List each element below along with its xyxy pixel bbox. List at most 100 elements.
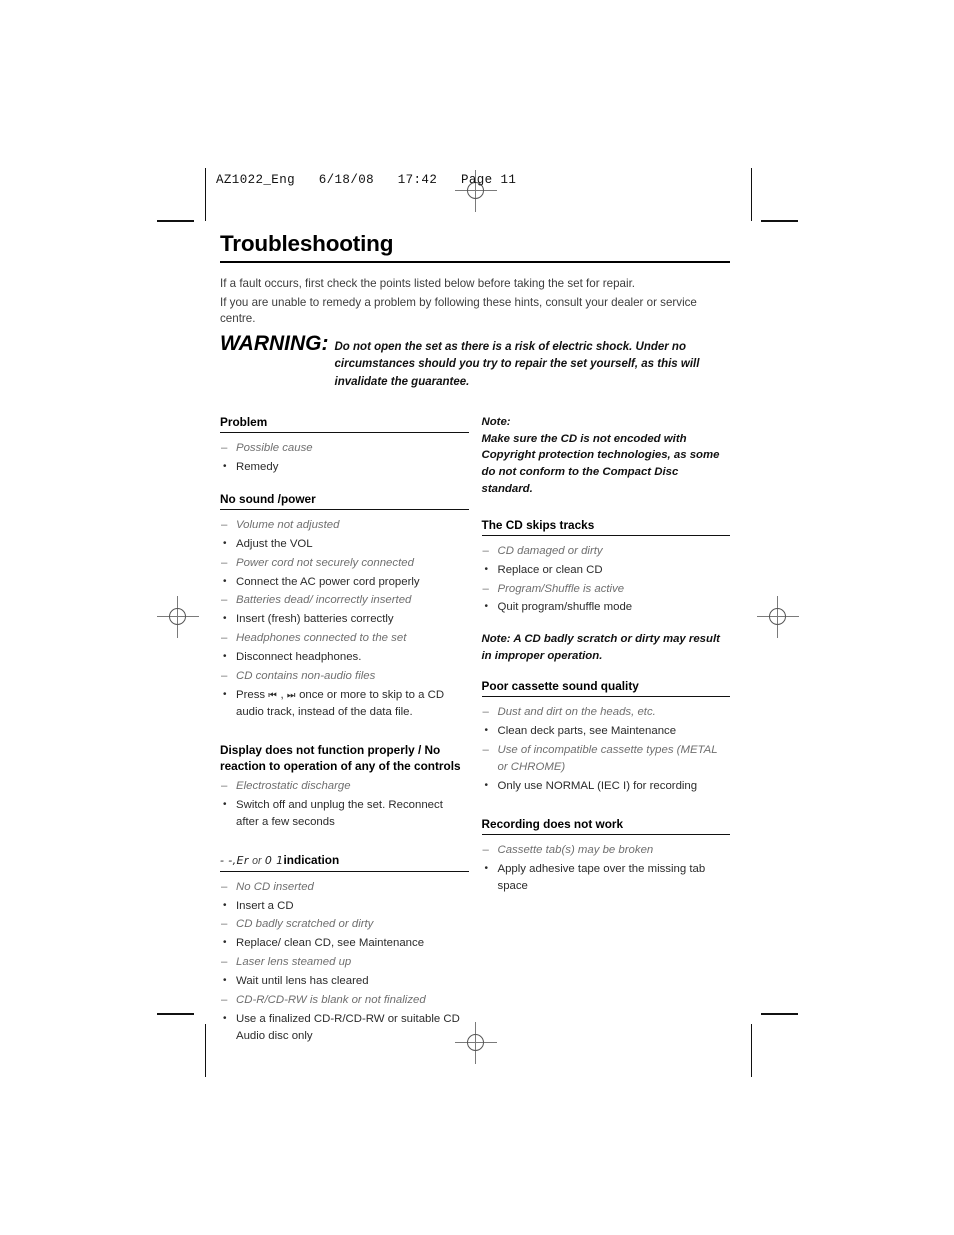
section-error-indication: - -,Er or 0 1indication No CD inserted I… bbox=[220, 852, 469, 1045]
section-heading-display-malfunction: Display does not function properly / No … bbox=[220, 742, 461, 773]
skip-backward-icon: ⏮ bbox=[268, 689, 278, 701]
list-cd-skips-tracks: CD damaged or dirty Replace or clean CD … bbox=[482, 543, 731, 617]
list-item: Clean deck parts, see Maintenance bbox=[482, 723, 731, 740]
section-heading-poor-cassette-sound: Poor cassette sound quality bbox=[481, 678, 639, 693]
skip-separator: , bbox=[277, 688, 287, 701]
list-item: Use a finalized CD-R/CD-RW or suitable C… bbox=[220, 1011, 469, 1046]
list-item: Program/Shuffle is active bbox=[482, 581, 731, 599]
intro-line-1: If a fault occurs, first check the point… bbox=[220, 276, 636, 290]
list-item: CD damaged or dirty bbox=[482, 543, 731, 561]
section-poor-cassette-sound: Poor cassette sound quality Dust and dir… bbox=[481, 678, 731, 795]
heading-or-word: or bbox=[252, 855, 262, 868]
list-item: Wait until lens has cleared bbox=[220, 973, 469, 990]
list-item: Switch off and unplug the set. Reconnect… bbox=[220, 797, 469, 832]
section-cd-skips-tracks: The CD skips tracks CD damaged or dirty … bbox=[481, 517, 731, 617]
section-divider bbox=[481, 696, 730, 698]
crop-mark-top-left-horizontal bbox=[157, 220, 194, 222]
list-display-malfunction: Electrostatic discharge Switch off and u… bbox=[220, 778, 469, 831]
list-item: No CD inserted bbox=[220, 879, 469, 897]
list-item: Laser lens steamed up bbox=[220, 954, 469, 972]
lcd-code-er: Er bbox=[236, 854, 249, 868]
skip-forward-icon: ⏭ bbox=[286, 689, 296, 701]
crop-mark-top-right-horizontal bbox=[761, 220, 798, 222]
warning-label: WARNING: bbox=[220, 332, 329, 356]
list-poor-cassette-sound: Dust and dirt on the heads, etc. Clean d… bbox=[482, 704, 731, 795]
list-item: Cassette tab(s) may be broken bbox=[482, 842, 731, 860]
right-column: Note: Make sure the CD is not encoded wi… bbox=[481, 414, 731, 1047]
section-divider bbox=[220, 432, 469, 434]
section-divider bbox=[481, 534, 730, 536]
section-heading-error-indication: - -,Er or 0 1indication bbox=[220, 852, 469, 869]
crop-mark-bottom-right-vertical bbox=[751, 1024, 752, 1077]
page-title: Troubleshooting bbox=[220, 231, 394, 256]
page-canvas: AZ1022_Eng 6/18/08 17:42 Page 11 Trouble… bbox=[0, 0, 954, 1235]
list-item: CD-R/CD-RW is blank or not finalized bbox=[220, 992, 469, 1010]
section-heading-cd-skips-tracks: The CD skips tracks bbox=[481, 517, 595, 532]
crop-mark-top-right-vertical bbox=[751, 168, 752, 221]
note-copyright-protection: Note: Make sure the CD is not encoded wi… bbox=[482, 414, 731, 498]
crop-mark-bottom-left-vertical bbox=[205, 1024, 206, 1077]
list-item: Replace/ clean CD, see Maintenance bbox=[220, 935, 469, 952]
troubleshooting-columns: Problem Possible cause Remedy No sound /… bbox=[220, 414, 730, 1047]
list-item-skip-track: Press ⏮ , ⏭ once or more to skip to a CD… bbox=[220, 687, 469, 722]
section-divider bbox=[220, 509, 469, 511]
registration-mark-left-center bbox=[157, 596, 199, 638]
print-header-info: AZ1022_Eng 6/18/08 17:42 Page 11 bbox=[216, 173, 517, 187]
list-item: Connect the AC power cord properly bbox=[220, 574, 469, 591]
list-no-sound-power: Volume not adjusted Adjust the VOL Power… bbox=[220, 517, 469, 721]
section-heading-problem: Problem bbox=[220, 414, 268, 429]
list-item: Headphones connected to the set bbox=[220, 630, 469, 648]
title-divider bbox=[220, 260, 730, 263]
list-item: Insert (fresh) batteries correctly bbox=[220, 611, 469, 628]
crop-mark-bottom-right-horizontal bbox=[761, 1013, 798, 1015]
lcd-code-zero-one: 0 1 bbox=[264, 854, 284, 868]
section-display-malfunction: Display does not function properly / No … bbox=[220, 742, 469, 832]
note-badly-scratched-cd: Note: A CD badly scratch or dirty may re… bbox=[481, 633, 720, 663]
list-item: Apply adhesive tape over the missing tab… bbox=[482, 861, 731, 896]
list-item: Volume not adjusted bbox=[220, 517, 469, 535]
list-item: Insert a CD bbox=[220, 898, 469, 915]
crop-mark-bottom-left-horizontal bbox=[157, 1013, 194, 1015]
list-item: Use of incompatible cassette types (META… bbox=[482, 742, 731, 777]
left-column: Problem Possible cause Remedy No sound /… bbox=[220, 414, 469, 1047]
section-heading-recording-not-work: Recording does not work bbox=[481, 816, 624, 831]
list-error-indication: No CD inserted Insert a CD CD badly scra… bbox=[220, 879, 469, 1045]
list-recording-not-work: Cassette tab(s) may be broken Apply adhe… bbox=[482, 842, 731, 895]
list-item: Possible cause bbox=[220, 440, 469, 458]
section-divider bbox=[481, 834, 730, 835]
list-item: Batteries dead/ incorrectly inserted bbox=[220, 592, 469, 610]
section-divider bbox=[220, 870, 469, 872]
list-item: Electrostatic discharge bbox=[220, 778, 469, 796]
skip-prefix: Press bbox=[236, 688, 269, 701]
warning-text: Do not open the set as there is a risk o… bbox=[334, 341, 700, 388]
note-label: Note: bbox=[481, 415, 511, 428]
list-item: Replace or clean CD bbox=[482, 562, 731, 579]
crop-mark-top-left-vertical bbox=[205, 168, 206, 221]
section-no-sound-power: No sound /power Volume not adjusted Adju… bbox=[220, 491, 469, 721]
list-item: Dust and dirt on the heads, etc. bbox=[482, 704, 731, 722]
section-recording-not-work: Recording does not work Cassette tab(s) … bbox=[481, 816, 731, 896]
list-item: Power cord not securely connected bbox=[220, 555, 469, 573]
section-problem: Problem Possible cause Remedy bbox=[220, 414, 469, 476]
list-item: CD contains non-audio files bbox=[220, 668, 469, 686]
list-problem-legend: Possible cause Remedy bbox=[220, 440, 469, 476]
warning-block: WARNING: Do not open the set as there is… bbox=[220, 332, 730, 391]
section-heading-no-sound-power: No sound /power bbox=[220, 491, 316, 506]
list-item: Quit program/shuffle mode bbox=[482, 599, 731, 616]
list-item: Adjust the VOL bbox=[220, 536, 469, 553]
intro-line-2: If you are unable to remedy a problem by… bbox=[220, 295, 697, 326]
list-item: CD badly scratched or dirty bbox=[220, 916, 469, 934]
registration-mark-right-center bbox=[757, 596, 799, 638]
document-content: Troubleshooting If a fault occurs, first… bbox=[220, 231, 730, 1047]
list-item: Only use NORMAL (IEC I) for recording bbox=[482, 778, 731, 795]
lcd-code-dashes: - -, bbox=[220, 854, 237, 868]
heading-indication-word: indication bbox=[283, 853, 340, 868]
note-text: Make sure the CD is not encoded with Cop… bbox=[481, 432, 720, 495]
